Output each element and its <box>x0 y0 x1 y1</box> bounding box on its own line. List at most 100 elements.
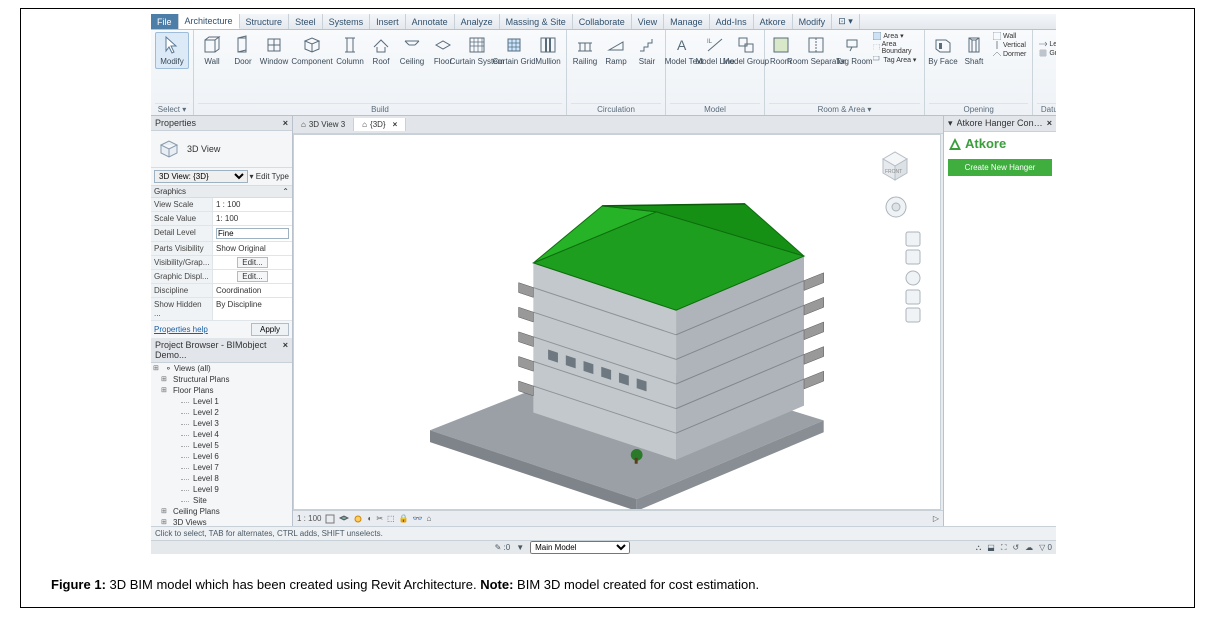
view-scroll-right[interactable]: ▷ <box>933 514 939 523</box>
by-face-button[interactable]: By Face <box>929 32 957 69</box>
view-tab-3dview3[interactable]: ⌂3D View 3 <box>293 118 354 131</box>
model-group-button[interactable]: Model Group <box>732 32 760 69</box>
property-value[interactable]: Edit... <box>213 256 292 269</box>
property-value[interactable]: Coordination <box>213 284 292 297</box>
main-model-selector[interactable]: Main Model <box>530 541 630 554</box>
filter-icon[interactable]: ▼ <box>516 543 524 552</box>
browser-level-item[interactable]: Level 9 <box>167 484 292 495</box>
browser-level-item[interactable]: Level 5 <box>167 440 292 451</box>
detail-level-control[interactable] <box>325 514 335 524</box>
browser-level-item[interactable]: Level 4 <box>167 429 292 440</box>
wall-opening-button[interactable]: Wall <box>991 32 1028 40</box>
close-properties-icon[interactable]: × <box>283 118 288 128</box>
editable-only-icon[interactable]: ⛶ <box>1001 543 1007 553</box>
tab-extras[interactable]: ⊡ ▾ <box>832 14 860 29</box>
browser-ceiling-plans[interactable]: Ceiling Plans <box>159 506 292 517</box>
tag-room-button[interactable]: Tag Room <box>840 32 868 69</box>
tab-collaborate[interactable]: Collaborate <box>573 14 632 29</box>
tab-file[interactable]: File <box>151 14 179 29</box>
type-selector[interactable]: 3D View: {3D} <box>154 170 248 183</box>
roof-button[interactable]: Roof <box>367 32 395 69</box>
vertical-opening-button[interactable]: Vertical <box>991 41 1028 49</box>
property-input[interactable] <box>216 228 289 239</box>
property-value[interactable] <box>213 226 292 241</box>
browser-level-item[interactable]: Level 8 <box>167 473 292 484</box>
stair-button[interactable]: Stair <box>633 32 661 69</box>
tab-modify[interactable]: Modify <box>793 14 833 29</box>
temp-hide-control[interactable]: 👓 <box>413 514 423 523</box>
property-value[interactable]: 1 : 100 <box>213 198 292 211</box>
ceiling-button[interactable]: Ceiling <box>398 32 426 69</box>
property-edit-button[interactable]: Edit... <box>237 257 267 268</box>
panel-options-icon[interactable]: ▾ <box>948 118 953 129</box>
sun-path-control[interactable] <box>353 514 363 524</box>
lock-view-control[interactable]: 🔒 <box>399 514 409 523</box>
shaft-button[interactable]: Shaft <box>960 32 988 69</box>
grid-button[interactable]: Grid <box>1037 49 1056 57</box>
crop-view-control[interactable]: ✂ <box>376 514 383 523</box>
steering-wheel[interactable] <box>884 195 908 219</box>
show-crop-control[interactable]: ⬚ <box>387 514 395 523</box>
3d-viewport-canvas[interactable]: FRONT <box>293 134 941 510</box>
tag-area-button[interactable]: Tag Area ▾ <box>871 56 920 64</box>
ramp-button[interactable]: Ramp <box>602 32 630 69</box>
navigation-bar[interactable] <box>904 230 922 350</box>
tab-annotate[interactable]: Annotate <box>406 14 455 29</box>
tab-manage[interactable]: Manage <box>664 14 710 29</box>
window-button[interactable]: Window <box>260 32 288 69</box>
browser-level-item[interactable]: Level 6 <box>167 451 292 462</box>
close-view-tab-icon[interactable]: × <box>393 120 398 129</box>
tab-atkore[interactable]: Atkore <box>754 14 793 29</box>
level-button[interactable]: Level <box>1037 40 1056 48</box>
tab-massing-site[interactable]: Massing & Site <box>500 14 573 29</box>
property-edit-button[interactable]: Edit... <box>237 271 267 282</box>
room-separator-button[interactable]: Room Separator <box>795 32 837 69</box>
close-browser-icon[interactable]: × <box>283 340 288 360</box>
browser-level-item[interactable]: Level 3 <box>167 418 292 429</box>
close-atkore-icon[interactable]: × <box>1047 118 1052 129</box>
curtain-grid-button[interactable]: Curtain Grid <box>497 32 531 69</box>
column-button[interactable]: Column <box>336 32 364 69</box>
edit-type-button[interactable]: ▾ Edit Type <box>250 172 289 181</box>
tab-analyze[interactable]: Analyze <box>455 14 500 29</box>
browser-structural-plans[interactable]: Structural Plans <box>159 374 292 385</box>
railing-button[interactable]: Railing <box>571 32 599 69</box>
selection-count-icon[interactable]: ✎ :0 <box>495 543 511 552</box>
properties-type-header[interactable]: 3D View <box>151 131 292 168</box>
cloud-icon[interactable]: ☁ <box>1025 543 1033 552</box>
property-value[interactable]: By Discipline <box>213 298 292 320</box>
viewcube[interactable]: FRONT <box>870 141 920 191</box>
tab-insert[interactable]: Insert <box>370 14 406 29</box>
view-scale[interactable]: 1 : 100 <box>297 514 321 523</box>
model-text-button[interactable]: AModel Text <box>670 32 698 69</box>
properties-help-link[interactable]: Properties help <box>151 322 211 337</box>
property-value[interactable]: 1: 100 <box>213 212 292 225</box>
modify-button[interactable]: Modify <box>155 32 189 69</box>
tab-addins[interactable]: Add-Ins <box>710 14 754 29</box>
browser-root[interactable]: ⚬ Views (all) <box>151 363 292 374</box>
tab-systems[interactable]: Systems <box>323 14 371 29</box>
component-button[interactable]: Component <box>291 32 333 69</box>
area-button[interactable]: Area ▾ <box>871 32 920 40</box>
sync-icon[interactable]: ↺ <box>1012 543 1019 552</box>
graphics-section-header[interactable]: Graphics⌃ <box>151 186 292 198</box>
browser-level-item[interactable]: Level 2 <box>167 407 292 418</box>
dormer-button[interactable]: Dormer <box>991 50 1028 58</box>
worksets-icon[interactable]: ⛬ <box>976 543 982 553</box>
property-value[interactable]: Show Original <box>213 242 292 255</box>
tab-view[interactable]: View <box>632 14 664 29</box>
browser-floor-plans[interactable]: Floor Plans <box>159 385 292 396</box>
design-options-icon[interactable]: ⬓ <box>987 543 995 552</box>
browser-level-item[interactable]: Site <box>167 495 292 506</box>
tab-structure[interactable]: Structure <box>240 14 290 29</box>
create-new-hanger-button[interactable]: Create New Hanger <box>948 159 1052 176</box>
browser-3d-views[interactable]: 3D Views <box>159 517 292 526</box>
tab-steel[interactable]: Steel <box>289 14 323 29</box>
project-browser-tree[interactable]: ⚬ Views (all) Structural Plans Floor Pla… <box>151 363 292 526</box>
view-tab-3d[interactable]: ⌂{3D}× <box>354 118 406 131</box>
browser-level-item[interactable]: Level 7 <box>167 462 292 473</box>
browser-level-item[interactable]: Level 1 <box>167 396 292 407</box>
mullion-button[interactable]: Mullion <box>534 32 562 69</box>
shadows-control[interactable]: ◐ <box>367 514 372 523</box>
reveal-control[interactable]: ⌂ <box>427 514 432 523</box>
